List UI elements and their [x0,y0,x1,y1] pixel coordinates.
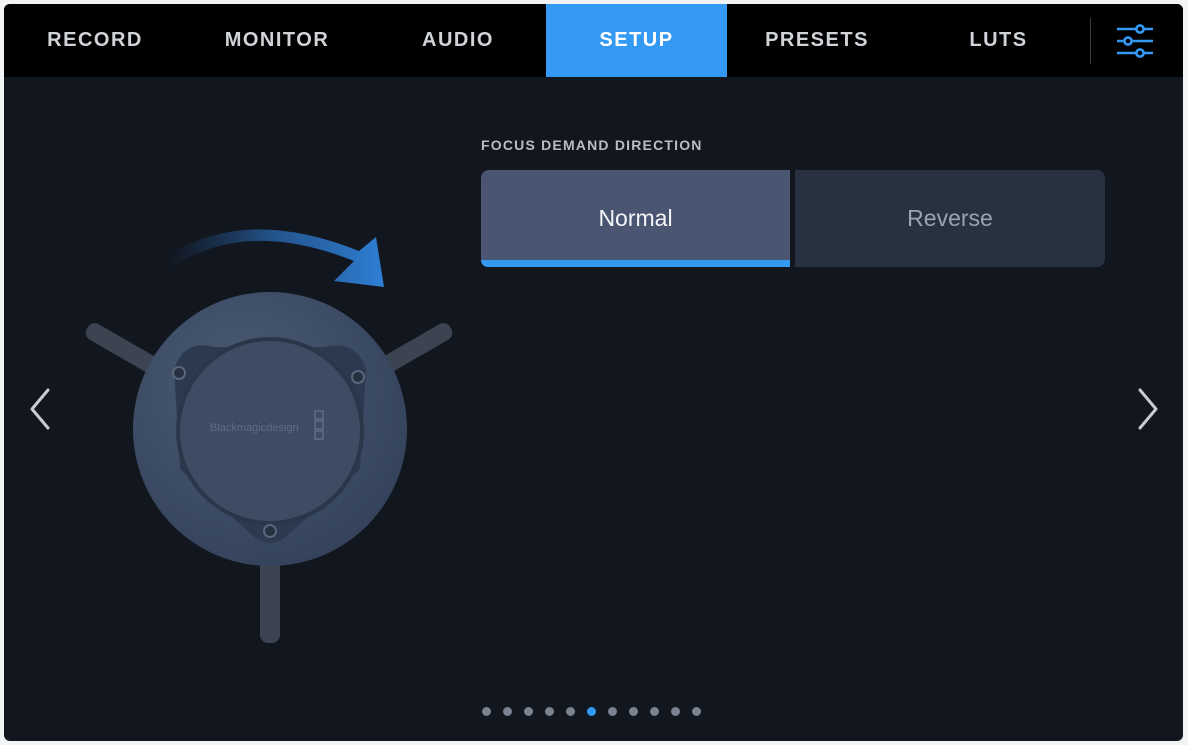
screw-icon [351,370,365,384]
focus-demand-illustration: Blackmagicdesign [85,229,453,643]
camera-screen: RECORD MONITOR AUDIO SETUP PRESETS LUTS [4,4,1183,741]
menu-tab-bar: RECORD MONITOR AUDIO SETUP PRESETS LUTS [4,4,1183,77]
page-dot[interactable] [545,706,554,716]
sliders-icon [1117,24,1153,58]
page-dot[interactable] [503,706,512,716]
tab-record[interactable]: RECORD [4,4,186,77]
next-page-button[interactable] [1132,384,1162,434]
page-dot[interactable] [482,706,491,716]
handle-bottom [260,557,280,643]
page-dot[interactable] [524,706,533,716]
screw-icon [263,524,277,538]
page-dot[interactable] [671,706,680,716]
option-reverse-label: Reverse [907,205,993,231]
settings-button[interactable] [1113,23,1157,59]
brand-logo-text: Blackmagicdesign [210,422,299,434]
tab-presets[interactable]: PRESETS [727,4,907,77]
page-dot[interactable] [692,706,701,716]
tab-monitor[interactable]: MONITOR [186,4,368,77]
rotation-arrow-icon [166,229,384,287]
option-normal-button[interactable]: Normal [481,170,790,267]
option-normal-label: Normal [598,205,673,231]
chevron-left-icon [30,388,50,430]
screw-icon [172,366,186,380]
page-dot[interactable] [650,706,659,716]
selected-indicator [481,260,790,267]
tab-setup[interactable]: SETUP [546,4,727,77]
tab-divider [1090,18,1091,64]
tab-audio[interactable]: AUDIO [368,4,548,77]
page-indicator [482,704,701,718]
tab-luts[interactable]: LUTS [907,4,1090,77]
page-dot[interactable] [629,706,638,716]
previous-page-button[interactable] [26,384,56,434]
page-dot[interactable] [566,706,575,716]
page-dot[interactable] [587,706,596,716]
page-dot[interactable] [608,706,617,716]
chevron-right-icon [1138,388,1158,430]
setting-title: FOCUS DEMAND DIRECTION [481,137,703,153]
option-reverse-button[interactable]: Reverse [795,170,1105,267]
